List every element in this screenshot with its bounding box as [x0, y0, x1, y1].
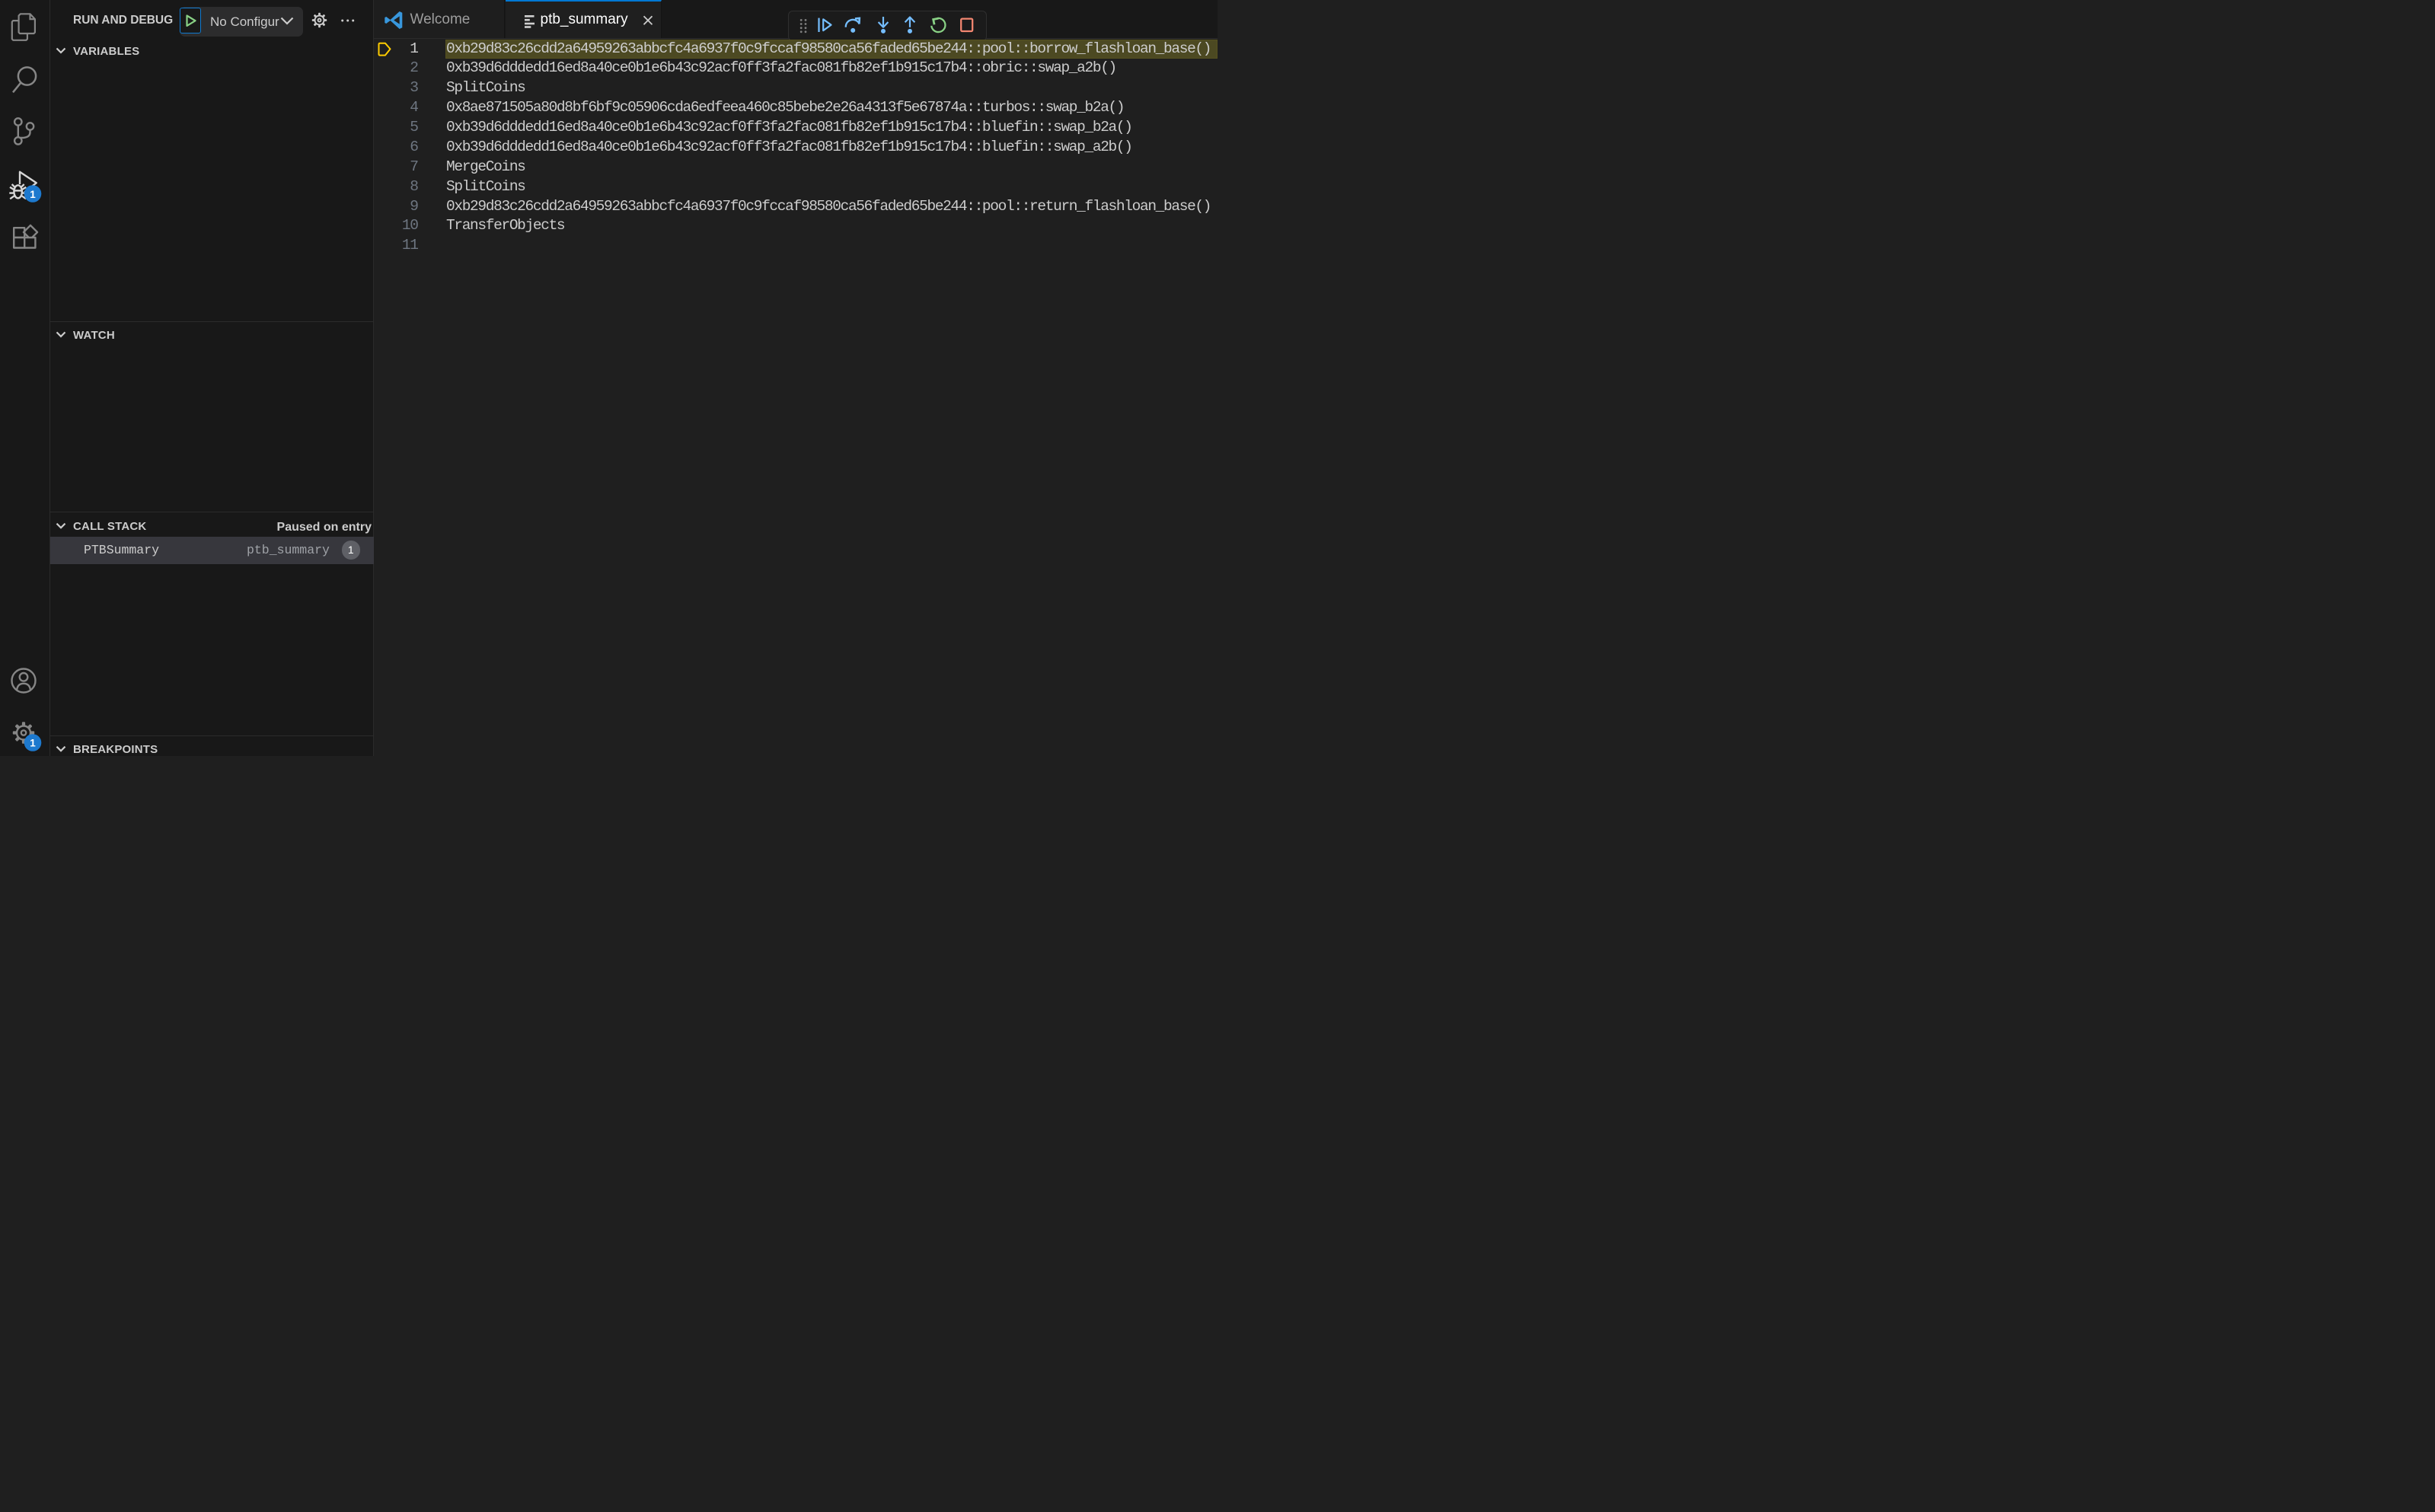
svg-text:1: 1	[30, 189, 36, 200]
svg-text:1: 1	[30, 737, 36, 748]
